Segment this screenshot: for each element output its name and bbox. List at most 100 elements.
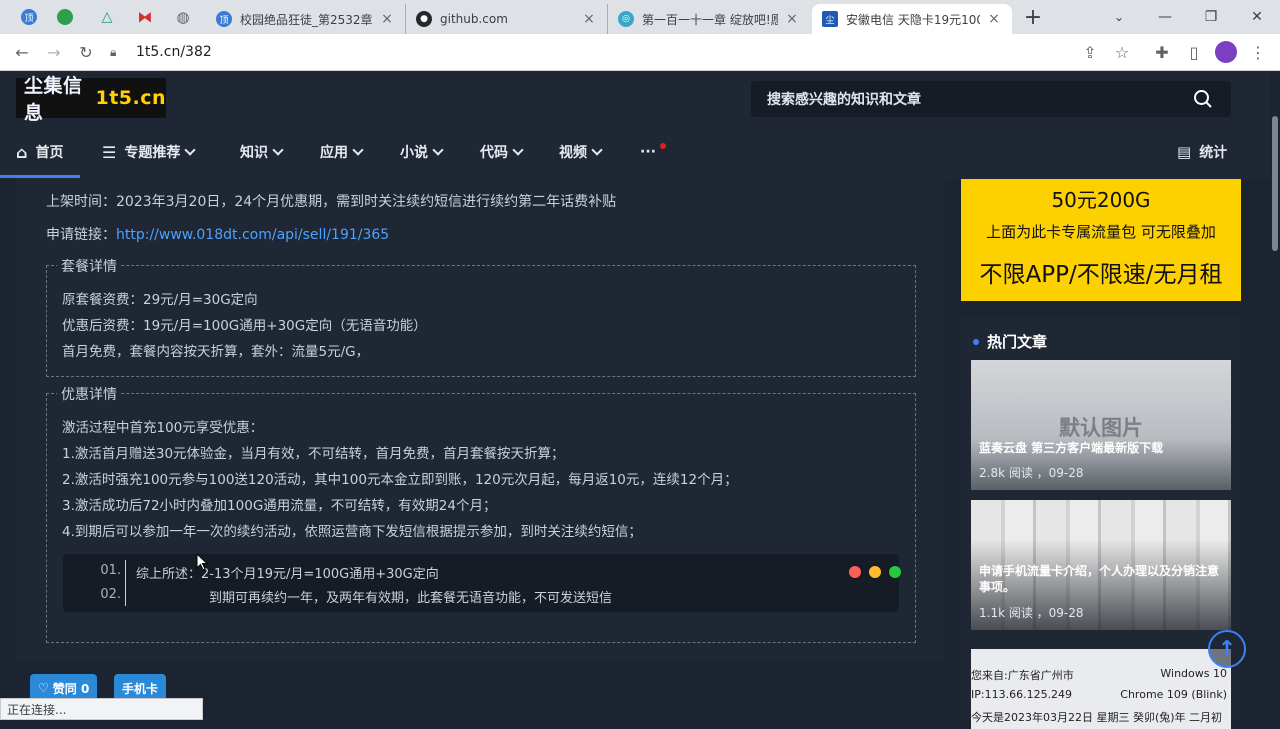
globe-icon: ◍ <box>176 8 190 26</box>
card-meta: 1.1k 阅读 ，09-28 <box>979 606 1084 620</box>
apply-row: 申请链接：http://www.018dt.com/api/sell/191/3… <box>46 224 389 244</box>
hot-title-text: 热门文章 <box>987 333 1048 351</box>
ad-banner[interactable]: 50元200G 上面为此卡专属流量包 可无限叠加 不限APP/不限速/无月租 <box>961 179 1241 301</box>
browser-toolbar: ← → ↻ 🔒︎ 1t5.cn/382 ⇪ ☆ ✚ ▯ ⋮ <box>0 34 1280 71</box>
page-scrollbar[interactable] <box>1270 71 1280 720</box>
package-line: 首月免费，套餐内容按天折算，套外：流量5元/G， <box>62 344 370 360</box>
card-title: 申请手机流量卡介绍，个人办理以及分销注意事项。 <box>979 564 1220 594</box>
sidepanel-icon[interactable]: ▯ <box>1180 38 1208 66</box>
nav-topics[interactable]: ☰ 专题推荐 <box>102 133 197 171</box>
arrow-up-icon: ↑ <box>1217 636 1237 662</box>
promo-line: 激活过程中首充100元享受优惠： <box>62 420 264 436</box>
chevron-down-icon <box>591 144 603 156</box>
tab-search-icon[interactable]: ⌄ <box>1096 0 1142 34</box>
lock-icon: 🔒︎ <box>110 44 117 59</box>
apply-label: 申请链接： <box>46 227 116 243</box>
visitor-os: Windows 10 <box>1160 667 1227 680</box>
heart-icon: ♡ <box>38 681 49 695</box>
bullet-icon <box>973 338 979 345</box>
close-tab-icon[interactable]: × <box>379 11 395 27</box>
reload-icon[interactable]: ↻ <box>72 38 100 66</box>
nav-knowledge[interactable]: 知识 <box>240 133 284 171</box>
nav-home[interactable]: ⌂ 首页 <box>16 133 63 171</box>
scrollbar-thumb[interactable] <box>1272 116 1278 251</box>
nav-code[interactable]: 代码 <box>480 133 524 171</box>
github-icon: ● <box>416 11 432 27</box>
pinned-tab[interactable]: ◍ <box>168 0 198 34</box>
apply-link[interactable]: http://www.018dt.com/api/sell/191/365 <box>116 227 389 243</box>
package-line: 原套餐资费：29元/月=30G定向 <box>62 292 258 308</box>
site-icon: 顶 <box>216 11 232 27</box>
site-logo[interactable]: 尘集信息 1t5.cn <box>16 75 166 124</box>
article-card[interactable]: 默认图片 蓝奏云盘 第三方客户端最新版下载 2.8k 阅读 ，09-28 <box>971 360 1231 490</box>
restore-icon[interactable]: ❐ <box>1188 0 1234 34</box>
address-bar[interactable]: 🔒︎ 1t5.cn/382 <box>110 37 1146 67</box>
nav-apps[interactable]: 应用 <box>320 133 364 171</box>
share-icon[interactable]: ⇪ <box>1076 38 1104 66</box>
close-tab-icon[interactable]: × <box>986 11 1002 27</box>
hot-articles: 热门文章 默认图片 蓝奏云盘 第三方客户端最新版下载 2.8k 阅读 ，09-2… <box>961 317 1241 729</box>
tab-title: 第一百一十一章 绽放吧!愿 <box>642 12 778 27</box>
promo-line: 4.到期后可以参加一年一次的续约活动，依照运营商下发短信根据提示参加，到时关注续… <box>62 524 642 540</box>
article-card[interactable]: 申请手机流量卡介绍，个人办理以及分销注意事项。 1.1k 阅读 ，09-28 <box>971 500 1231 630</box>
nav-stats[interactable]: ▤ 统计 <box>1177 133 1227 171</box>
pinned-tab[interactable]: △ <box>92 0 122 34</box>
menu-icon[interactable]: ⋮ <box>1244 38 1272 66</box>
visitor-ip: IP:113.66.125.249 <box>971 688 1073 701</box>
promo-line: 2.激活时强充100元参与100送120活动，其中100元本金立即到账，120元… <box>62 472 738 488</box>
nav-label: 首页 <box>35 145 64 161</box>
visitor-browser: Chrome 109 (Blink) <box>1120 688 1227 701</box>
browser-tab[interactable]: 顶 校园绝品狂徒_第2532章 × <box>206 4 406 34</box>
nav-label: 视频 <box>559 145 587 161</box>
logo-text: 尘集信息 <box>24 75 83 124</box>
ad-line: 上面为此卡专属流量包 可无限叠加 <box>986 223 1216 241</box>
code-line: 到期可再续约一年，及两年有效期，此套餐无语音功能，不可发送短信 <box>209 591 613 606</box>
chevron-down-icon <box>352 144 364 156</box>
nav-label: 知识 <box>240 145 268 161</box>
nav-video[interactable]: 视频 <box>559 133 603 171</box>
new-tab-button[interactable]: + <box>1010 0 1056 34</box>
close-window-icon[interactable]: ✕ <box>1234 0 1280 34</box>
card-title: 蓝奏云盘 第三方客户端最新版下载 <box>979 441 1164 455</box>
main-nav: ⌂ 首页 ☰ 专题推荐 知识 应用 小说 代码 视频 ··· ▤ 统计 <box>0 133 1280 179</box>
close-tab-icon[interactable]: × <box>784 11 800 27</box>
ad-line: 不限APP/不限速/无月租 <box>979 262 1223 288</box>
browser-tab-active[interactable]: 尘 安徽电信 天隐卡19元100 × <box>812 4 1012 34</box>
green-dot-icon <box>889 566 901 578</box>
pinned-tab[interactable]: ⧓ <box>130 0 160 34</box>
chevron-down-icon <box>272 144 284 156</box>
profile-avatar[interactable] <box>1212 38 1240 66</box>
search-input[interactable]: 搜索感兴趣的知识和文章 <box>751 81 1231 117</box>
nav-label: 专题推荐 <box>124 145 181 161</box>
forward-icon[interactable]: → <box>40 38 68 66</box>
code-line: 综上所述：2-13个月19元/月=100G通用+30G定向 <box>136 567 439 582</box>
package-line: 优惠后资费：19元/月=100G通用+30G定向（无语音功能） <box>62 318 427 334</box>
like-label: 赞同 0 <box>52 681 90 696</box>
back-icon[interactable]: ← <box>8 38 36 66</box>
line-number: 01. <box>100 563 121 578</box>
extensions-icon[interactable]: ✚ <box>1148 38 1176 66</box>
card-image-placeholder: 默认图片 <box>1059 416 1143 440</box>
url-text: 1t5.cn/382 <box>136 44 212 60</box>
list-icon: ☰ <box>102 142 117 162</box>
mouse-cursor-icon <box>196 553 208 571</box>
chevron-down-icon <box>184 144 197 156</box>
package-legend: 套餐详情 <box>57 256 121 276</box>
chevron-down-icon <box>432 144 444 156</box>
promo-legend: 优惠详情 <box>57 384 121 404</box>
notification-dot <box>660 143 666 149</box>
pinned-tab[interactable]: 顶 <box>14 0 44 34</box>
pinned-tab[interactable] <box>50 0 80 34</box>
code-gutter-divider <box>125 560 126 606</box>
logo-domain: 1t5.cn <box>95 87 166 109</box>
nav-active-indicator <box>0 175 80 178</box>
close-tab-icon[interactable]: × <box>581 11 597 27</box>
back-to-top-button[interactable]: ↑ <box>1208 630 1246 668</box>
browser-tab[interactable]: ◎ 第一百一十一章 绽放吧!愿 × <box>608 4 810 34</box>
browser-tab[interactable]: ● github.com × <box>406 4 608 34</box>
star-icon[interactable]: ☆ <box>1108 38 1136 66</box>
nav-more[interactable]: ··· <box>640 133 666 171</box>
search-icon[interactable] <box>1193 89 1213 109</box>
nav-novels[interactable]: 小说 <box>400 133 444 171</box>
minimize-icon[interactable]: — <box>1142 0 1188 34</box>
